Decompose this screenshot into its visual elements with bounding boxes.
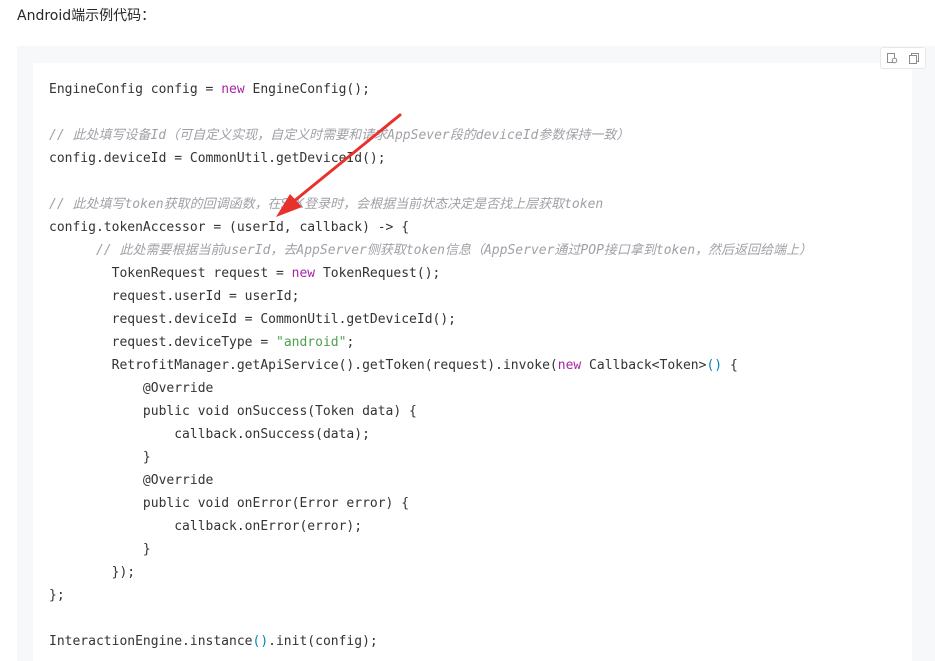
code-token: @Override bbox=[142, 473, 214, 488]
paren-token: () bbox=[706, 358, 723, 373]
code-token: public void onSuccess(Token data) { bbox=[142, 404, 417, 419]
code-token: RetrofitManager.getApiService().getToken… bbox=[111, 358, 558, 373]
code-token: request.deviceId = CommonUtil.getDeviceI… bbox=[111, 312, 456, 327]
copy-icon[interactable] bbox=[907, 51, 921, 65]
code-token: EngineConfig(); bbox=[244, 82, 370, 97]
code-token: { bbox=[722, 358, 738, 373]
section-heading: Android端示例代码： bbox=[17, 8, 156, 24]
code-token: request.deviceType = bbox=[111, 335, 276, 350]
code-token: } bbox=[142, 450, 151, 465]
code-line: // 此处需要根据当前userId，去AppServer侧获取token信息（A… bbox=[49, 239, 812, 262]
code-line: } bbox=[49, 446, 812, 469]
code-line: }; bbox=[49, 588, 65, 603]
code-line: } bbox=[49, 538, 812, 561]
code-token: }); bbox=[111, 565, 136, 580]
string-token: "android" bbox=[276, 335, 347, 350]
code-comment: // 此处填写设备Id（可自定义实现，自定义时需要和请求AppSever段的de… bbox=[49, 128, 630, 143]
code-line: InteractionEngine.instance().init(config… bbox=[49, 630, 812, 653]
code-line: request.userId = userId; bbox=[49, 285, 812, 308]
copy-to-editor-icon[interactable] bbox=[885, 51, 899, 65]
code-line: request.deviceType = "android"; bbox=[49, 331, 812, 354]
keyword-token: new bbox=[221, 82, 245, 97]
code-token: callback.onError(error); bbox=[174, 519, 363, 534]
code-token: EngineConfig config = bbox=[49, 82, 222, 97]
keyword-token: new bbox=[557, 358, 582, 373]
code-token: .init(config); bbox=[268, 634, 378, 649]
code-token: TokenRequest(); bbox=[315, 266, 441, 281]
code-token: ; bbox=[346, 335, 355, 350]
code-token: InteractionEngine.instance bbox=[49, 634, 253, 649]
code-comment: // 此处填写token获取的回调函数，在SDK登录时，会根据当前状态决定是否找… bbox=[49, 197, 604, 212]
code-line: config.tokenAccessor = (userId, callback… bbox=[49, 220, 410, 235]
code-toolbar bbox=[880, 47, 926, 69]
code-token: callback.onSuccess(data); bbox=[174, 427, 370, 442]
code-line: }); bbox=[49, 561, 812, 584]
code-line: public void onError(Error error) { bbox=[49, 492, 812, 515]
code-line: @Override bbox=[49, 469, 812, 492]
code-line: EngineConfig config = new EngineConfig()… bbox=[49, 78, 812, 101]
code-line: callback.onSuccess(data); bbox=[49, 423, 812, 446]
code-line: @Override bbox=[49, 377, 812, 400]
code-token: TokenRequest request = bbox=[111, 266, 292, 281]
keyword-token: new bbox=[291, 266, 316, 281]
code-line: RetrofitManager.getApiService().getToken… bbox=[49, 354, 812, 377]
code-line: TokenRequest request = new TokenRequest(… bbox=[49, 262, 812, 285]
code-token: Callback<Token> bbox=[581, 358, 707, 373]
code-comment: // 此处需要根据当前userId，去AppServer侧获取token信息（A… bbox=[95, 243, 813, 258]
code-token: public void onError(Error error) { bbox=[142, 496, 410, 511]
code-line: callback.onError(error); bbox=[49, 515, 812, 538]
code-line: config.deviceId = CommonUtil.getDeviceId… bbox=[49, 151, 386, 166]
code-listing: EngineConfig config = new EngineConfig()… bbox=[49, 78, 812, 653]
code-token: } bbox=[142, 542, 151, 557]
code-token: request.userId = userId; bbox=[111, 289, 300, 304]
code-line: request.deviceId = CommonUtil.getDeviceI… bbox=[49, 308, 812, 331]
code-token: @Override bbox=[142, 381, 214, 396]
paren-token: () bbox=[252, 634, 269, 649]
code-line: public void onSuccess(Token data) { bbox=[49, 400, 812, 423]
